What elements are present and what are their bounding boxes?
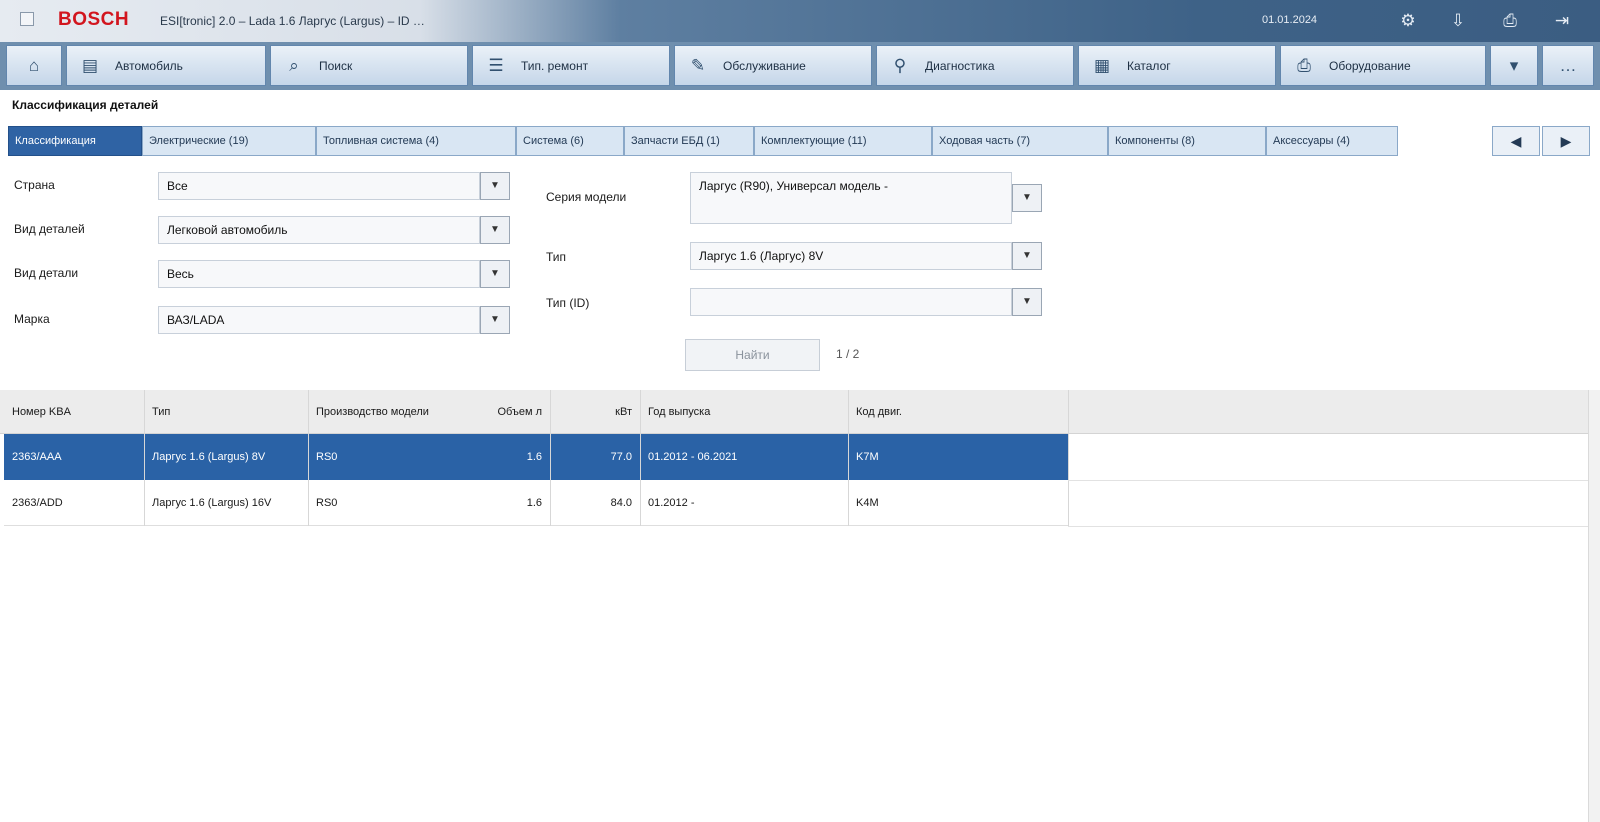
repair-button[interactable]: ☰ Тип. ремонт [472,45,670,86]
chevron-down-icon[interactable]: ▼ [480,306,510,334]
part-kind-select[interactable]: Легковой автомобиль [158,216,480,244]
app-window-icon [20,12,34,26]
column-header-type[interactable]: Тип [144,390,308,434]
cell-engine: K7M [856,451,879,463]
column-divider [308,390,309,526]
find-button[interactable]: Найти [685,339,820,371]
brand-logo: BOSCH [58,9,130,30]
column-divider [144,390,145,526]
part-kind-label: Вид деталей [14,222,85,236]
cell-production: RS0 [316,497,338,509]
row-divider [1068,480,1588,481]
cell-volume: 1.6 [526,451,542,463]
cell-engine: K4M [856,497,879,509]
brand-select[interactable]: ВАЗ/LADA [158,306,480,334]
chevron-down-icon[interactable]: ▼ [480,260,510,288]
breadcrumb: Классификация деталей [12,98,159,112]
print-icon[interactable]: ⎙ [1494,8,1526,34]
cell-year: 01.2012 - 06.2021 [648,451,738,463]
cell-year: 01.2012 - [648,497,695,509]
type-id-select[interactable] [690,288,1012,316]
home-icon: ⌂ [28,55,40,75]
category-tabs: Классификация Электрические (19) Топливн… [8,126,1398,156]
column-divider [550,390,551,526]
vehicle-button[interactable]: ▤ Автомобиль [66,45,266,86]
more-icon: … [1559,55,1577,75]
cell-type: Ларгус 1.6 (Largus) 8V [152,451,266,463]
country-select[interactable]: Все [158,172,480,200]
catalog-button[interactable]: ▦ Каталог [1078,45,1276,86]
service-button[interactable]: ✎ Обслуживание [674,45,872,86]
column-divider [640,390,641,526]
tab-system[interactable]: Система (6) [516,126,624,156]
chevron-down-icon[interactable]: ▼ [1012,288,1042,316]
search-button[interactable]: ⌕ Поиск [270,45,468,86]
search-icon: ⌕ [289,55,299,75]
toolbar-more-button[interactable]: … [1542,45,1594,86]
title-bar: BOSCH ESI[tronic] 2.0 – Lada 1.6 Ларгус … [0,0,1600,42]
cell-kba: 2363/ADD [12,497,63,509]
tab-accessories[interactable]: Аксессуары (4) [1266,126,1398,156]
equipment-button[interactable]: ⎙ Оборудование [1280,45,1486,86]
tab-classification[interactable]: Классификация [8,126,142,156]
tab-components[interactable]: Компоненты (8) [1108,126,1266,156]
toolbar-dropdown-button[interactable]: ▾ [1490,45,1538,86]
cell-volume: 1.6 [526,497,542,509]
column-header-year[interactable]: Год выпуска [640,390,848,434]
tab-electrical[interactable]: Электрические (19) [142,126,316,156]
cell-production: RS0 [316,451,338,463]
brand-label: Марка [14,312,50,326]
gear-icon[interactable]: ⚙ [1392,8,1424,34]
row-divider [1068,526,1588,527]
column-divider [848,390,849,526]
titlebar-info: 01.01.2024 [1262,14,1318,26]
tab-chassis[interactable]: Ходовая часть (7) [932,126,1108,156]
catalog-icon: ▦ [1093,55,1111,75]
model-series-select[interactable]: Ларгус (R90), Универсал модель - [690,172,1012,224]
chevron-down-icon[interactable]: ▼ [480,216,510,244]
tab-components-set[interactable]: Комплектующие (11) [754,126,932,156]
part-type-label: Вид детали [14,266,79,280]
model-series-label: Серия модели [546,190,627,204]
download-icon[interactable]: ⇩ [1442,8,1474,34]
chevron-down-icon[interactable]: ▼ [480,172,510,200]
tab-fuel-system[interactable]: Топливная система (4) [316,126,516,156]
cell-kw: 77.0 [610,451,632,463]
chevron-down-icon: ▾ [1509,55,1519,75]
vertical-scrollbar[interactable] [1588,390,1600,822]
column-header-kw[interactable]: кВт [550,390,640,434]
window-title: ESI[tronic] 2.0 – Lada 1.6 Ларгус (Largu… [160,14,425,28]
tab-next-button[interactable]: ▶ [1542,126,1590,156]
results-table-header: Номер KBA Тип Производство модели Объем … [0,390,1588,434]
cell-type: Ларгус 1.6 (Largus) 16V [152,497,272,509]
chevron-down-icon[interactable]: ▼ [1012,184,1042,212]
cell-kw: 84.0 [610,497,632,509]
probe-icon: ⚲ [893,55,907,75]
table-row[interactable]: 2363/ADD Ларгус 1.6 (Largus) 16V RS0 1.6… [4,480,1068,526]
table-row[interactable]: 2363/AAA Ларгус 1.6 (Largus) 8V RS0 1.6 … [4,434,1068,480]
chevron-down-icon[interactable]: ▼ [1012,242,1042,270]
exit-icon[interactable]: ⇥ [1546,8,1578,34]
type-id-label: Тип (ID) [546,296,590,310]
tab-prev-button[interactable]: ◀ [1492,126,1540,156]
home-button[interactable]: ⌂ [6,45,62,86]
column-header-production[interactable]: Производство модели [308,390,466,434]
tab-parts-ebd[interactable]: Запчасти ЕБД (1) [624,126,754,156]
car-icon: ▤ [81,55,99,75]
column-header-engine[interactable]: Код двиг. [848,390,1068,434]
column-header-kba[interactable]: Номер KBA [4,390,144,434]
wrench-icon: ✎ [690,55,706,75]
type-select[interactable]: Ларгус 1.6 (Ларгус) 8V [690,242,1012,270]
column-divider [1068,390,1069,526]
main-toolbar: ⌂ ▤ Автомобиль ⌕ Поиск ☰ Тип. ремонт ✎ О… [0,42,1600,90]
type-label: Тип [546,250,567,264]
diagnostics-button[interactable]: ⚲ Диагностика [876,45,1074,86]
equipment-icon: ⎙ [1297,55,1311,75]
cell-kba: 2363/AAA [12,451,62,463]
result-pager: 1 / 2 [836,347,860,361]
part-type-select[interactable]: Весь [158,260,480,288]
country-label: Страна [14,178,55,192]
list-icon: ☰ [488,55,504,75]
column-header-volume[interactable]: Объем л [466,390,550,434]
